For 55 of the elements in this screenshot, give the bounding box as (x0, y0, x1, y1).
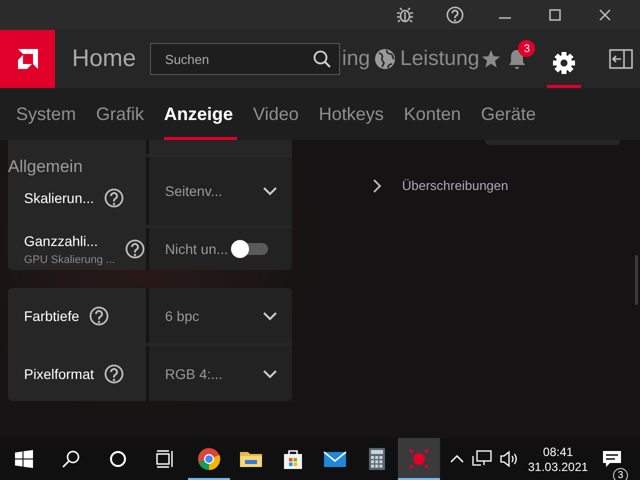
setting-description: GPU Skalierung ... (24, 254, 116, 266)
chevron-up-icon[interactable] (450, 454, 464, 464)
search-field[interactable]: Suchen (150, 43, 340, 75)
nav-link[interactable]: Leistung (400, 47, 480, 71)
chevron-right-icon[interactable] (372, 178, 382, 192)
browser-icon (197, 447, 221, 471)
circle-icon[interactable] (108, 450, 126, 468)
help-icon[interactable] (125, 239, 146, 259)
notification-badge: 3 (518, 40, 536, 57)
close-icon[interactable] (599, 9, 611, 21)
tab[interactable]: Geräte (480, 88, 540, 140)
toggle-status: Nicht un... (165, 241, 228, 257)
tab[interactable]: Grafik (96, 88, 148, 140)
shopping-bag-icon (281, 447, 305, 471)
sidebar-collapse-icon[interactable] (609, 49, 634, 69)
toggle-switch[interactable] (234, 243, 268, 255)
home-link[interactable]: Home (72, 45, 136, 73)
setting-label: Farbtiefe (24, 308, 80, 324)
logo-icon[interactable] (0, 30, 55, 88)
help-icon[interactable] (446, 6, 464, 24)
windows-icon[interactable] (14, 450, 32, 468)
tab[interactable]: Hotkeys (318, 88, 388, 140)
help-icon[interactable] (104, 364, 124, 384)
task-view-icon[interactable] (156, 450, 174, 468)
tab[interactable]: Konten (404, 88, 465, 140)
chevron-down-icon[interactable] (262, 310, 278, 320)
notification-icon[interactable] (602, 449, 622, 469)
dropdown[interactable]: Seitenv... (149, 157, 292, 225)
search-icon[interactable] (62, 450, 80, 468)
notification-count: 3 (613, 468, 628, 480)
section-heading: Allgemein (8, 157, 83, 177)
chevron-down-icon[interactable] (262, 368, 278, 378)
setting-label: Ganzzahli... (24, 232, 99, 248)
setting-label: Pixelformat (24, 366, 94, 382)
expander-label[interactable]: Überschreibungen (402, 178, 508, 193)
app-icon (407, 447, 431, 471)
star-icon[interactable] (481, 49, 502, 69)
scrollbar[interactable] (635, 255, 638, 305)
help-icon[interactable] (89, 306, 110, 326)
tab[interactable]: System (16, 88, 80, 140)
globe-icon[interactable] (374, 48, 396, 70)
nav-link[interactable]: ing (342, 47, 370, 71)
clock[interactable]: 08:41 31.03.2021 (528, 438, 588, 480)
tab[interactable]: Video (253, 88, 303, 140)
bug-icon[interactable] (396, 6, 414, 24)
maximize-icon[interactable] (549, 9, 561, 21)
settings-icon[interactable] (552, 51, 576, 75)
volume-icon[interactable] (500, 450, 520, 468)
chevron-down-icon[interactable] (262, 186, 278, 196)
search-icon[interactable] (313, 50, 332, 68)
setting-label: Skalierun... (24, 190, 94, 206)
network-icon[interactable] (472, 450, 492, 468)
dropdown[interactable]: 6 bpc (149, 288, 292, 343)
help-icon[interactable] (104, 188, 124, 208)
dropdown[interactable]: RGB 4:... (149, 346, 292, 401)
